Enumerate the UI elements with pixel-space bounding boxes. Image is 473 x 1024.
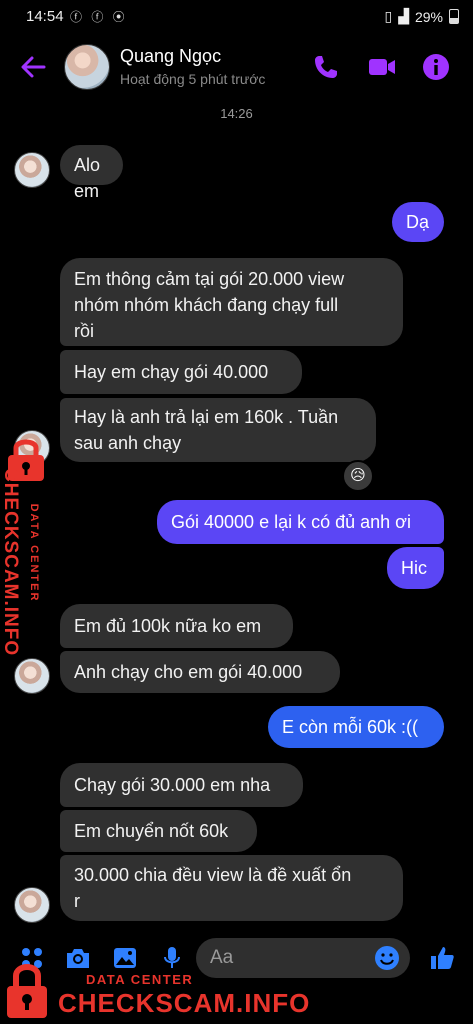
- message-bubble[interactable]: Alo em: [60, 145, 123, 201]
- contact-avatar[interactable]: [64, 44, 110, 90]
- message-bubble[interactable]: Anh chạy cho em gói 40.000: [60, 651, 340, 693]
- battery-icon: [449, 9, 459, 24]
- message-text: rồi: [74, 321, 95, 341]
- message-text: r: [74, 891, 80, 911]
- message-text: E còn mỗi 60k :((: [282, 717, 419, 737]
- message-text: Hay em chạy gói 40.000: [74, 362, 269, 382]
- vibrate-icon: ▯: [384, 8, 393, 24]
- message-text: Hay là anh trả lại em 160k . Tuần: [74, 407, 339, 427]
- phone-call-icon[interactable]: [311, 52, 341, 82]
- conversation-timestamp: 14:26: [220, 106, 253, 121]
- watermark-line2: CHECKSCAM.INFO: [58, 988, 311, 1018]
- video-call-icon[interactable]: [367, 52, 397, 82]
- notification-icons: ⓕ ⓕ ⦿: [70, 10, 128, 24]
- message-bubble[interactable]: Chạy gói 30.000 em nha: [60, 763, 303, 807]
- message-bubble[interactable]: Hay em chạy gói 40.000: [60, 350, 302, 394]
- battery-text: 29%: [414, 8, 443, 25]
- message-text: nhóm nhóm khách đang chạy full: [74, 295, 339, 315]
- message-bubble[interactable]: Em thông cảm tại gói 20.000 view nhóm nh…: [60, 258, 403, 346]
- message-text: Chạy gói 30.000 em nha: [74, 775, 271, 795]
- message-bubble[interactable]: Dạ: [392, 202, 444, 242]
- message-bubble[interactable]: Gói 40000 e lại k có đủ anh ơi: [157, 500, 444, 544]
- watermark-bottom: DATA CENTER CHECKSCAM.INFO: [0, 958, 473, 1024]
- watermark-line1: DATA CENTER: [28, 503, 40, 603]
- message-text: Anh chạy cho em gói 40.000: [74, 662, 303, 682]
- message-bubble[interactable]: Em đủ 100k nữa ko em: [60, 604, 293, 648]
- signal-icon: ▟: [398, 8, 409, 24]
- message-bubble[interactable]: Em chuyển nốt 60k: [60, 810, 257, 852]
- status-bar: 14:54 ⓕ ⓕ ⦿ ▯ ▟ 29%: [0, 0, 473, 34]
- message-bubble[interactable]: Hic: [387, 547, 444, 589]
- message-text: sau anh chạy: [74, 433, 182, 453]
- lock-logo-icon: [7, 964, 47, 1018]
- contact-name[interactable]: Quang Ngọc: [120, 46, 221, 67]
- sender-avatar[interactable]: [14, 152, 50, 188]
- status-time: 14:54: [26, 8, 64, 25]
- message-text: Em thông cảm tại gói 20.000 view: [74, 269, 345, 289]
- message-bubble[interactable]: E còn mỗi 60k :((: [268, 706, 444, 748]
- back-arrow-icon[interactable]: [18, 52, 48, 82]
- message-bubble[interactable]: 30.000 chia đều view là đề xuất ổn r: [60, 855, 403, 921]
- info-icon[interactable]: [421, 52, 451, 82]
- message-text: Gói 40000 e lại k có đủ anh ơi: [171, 512, 411, 532]
- chat-header: Quang Ngọc Hoạt động 5 phút trước: [0, 34, 473, 100]
- message-text: 30.000 chia đều view là đề xuất ổn: [74, 865, 352, 885]
- active-status: Hoạt động 5 phút trước: [120, 71, 266, 87]
- message-text: Em đủ 100k nữa ko em: [74, 616, 262, 636]
- message-text: Hic: [401, 558, 427, 578]
- watermark-line2: CHECKSCAM.INFO: [0, 468, 21, 657]
- message-text: Dạ: [406, 212, 430, 232]
- sender-avatar[interactable]: [14, 887, 50, 923]
- watermark-vertical: DATA CENTER CHECKSCAM.INFO: [0, 435, 54, 665]
- message-text: Em chuyển nốt 60k: [74, 821, 229, 841]
- message-text: Alo em: [74, 155, 101, 201]
- status-right: ▯ ▟ 29%: [384, 8, 459, 25]
- message-bubble[interactable]: Hay là anh trả lại em 160k . Tuần sau an…: [60, 398, 376, 462]
- sad-reaction-icon[interactable]: 😥: [342, 460, 374, 492]
- watermark-line1: DATA CENTER: [86, 972, 194, 987]
